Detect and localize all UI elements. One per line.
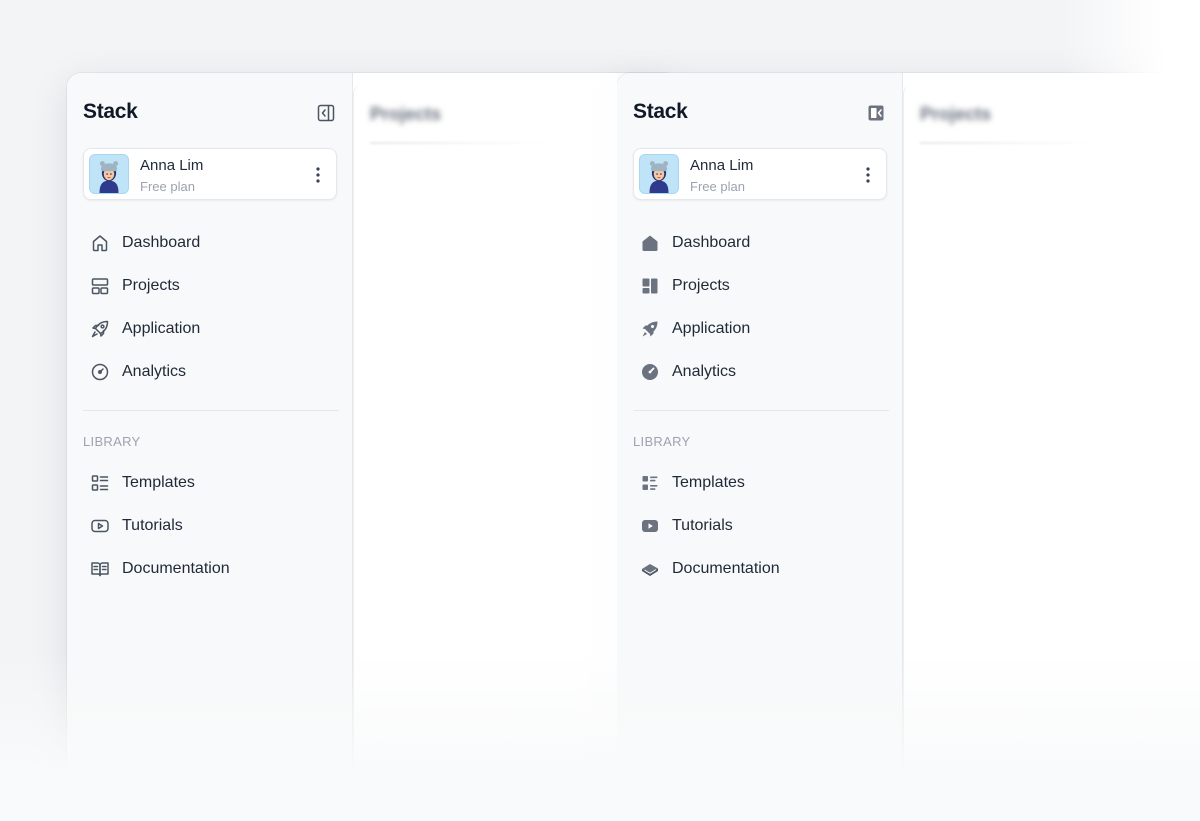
main-nav: Dashboard Projects Application Analytics	[83, 221, 337, 393]
layout-solid-icon	[640, 276, 660, 296]
sidebar: Stack Anna Lim Free plan Dashboard Proje…	[67, 73, 353, 821]
nav-item-tutorials[interactable]: Tutorials	[633, 504, 887, 547]
nav-item-documentation[interactable]: Documentation	[83, 547, 337, 590]
nav-label: Templates	[122, 473, 195, 491]
nav-label: Tutorials	[672, 516, 733, 534]
nav-item-dashboard[interactable]: Dashboard	[633, 221, 887, 264]
avatar	[639, 154, 679, 194]
nav-item-templates[interactable]: Templates	[83, 461, 337, 504]
app-window-solid-variant: Stack Anna Lim Free plan Dashboard Proje…	[617, 73, 1200, 821]
title-underline	[920, 142, 1100, 144]
book-outline-icon	[90, 559, 110, 579]
nav-label: Tutorials	[122, 516, 183, 534]
nav-label: Analytics	[122, 362, 187, 380]
divider	[83, 410, 339, 411]
nav-item-projects[interactable]: Projects	[633, 264, 887, 307]
page-title: Projects	[370, 104, 442, 124]
gauge-outline-icon	[90, 362, 110, 382]
user-profile-card[interactable]: Anna Lim Free plan	[83, 148, 337, 200]
more-vertical-icon[interactable]	[860, 165, 876, 185]
gauge-solid-icon	[640, 362, 660, 382]
nav-item-dashboard[interactable]: Dashboard	[83, 221, 337, 264]
rocket-outline-icon	[90, 319, 110, 339]
section-label-library: LIBRARY	[83, 434, 141, 449]
list-outline-icon	[90, 473, 110, 493]
home-solid-icon	[640, 233, 660, 253]
user-name: Anna Lim	[140, 157, 204, 174]
list-solid-icon	[640, 473, 660, 493]
video-solid-icon	[640, 516, 660, 536]
app-window-outline-variant: Stack Anna Lim Free plan Dashboard Proje…	[67, 73, 667, 821]
video-outline-icon	[90, 516, 110, 536]
rocket-solid-icon	[640, 319, 660, 339]
sidebar: Stack Anna Lim Free plan Dashboard Proje…	[617, 73, 903, 821]
user-profile-card[interactable]: Anna Lim Free plan	[633, 148, 887, 200]
nav-label: Templates	[672, 473, 745, 491]
nav-item-application[interactable]: Application	[83, 307, 337, 350]
nav-label: Dashboard	[672, 233, 751, 251]
section-label-library: LIBRARY	[633, 434, 691, 449]
nav-item-analytics[interactable]: Analytics	[633, 350, 887, 393]
sidebar-collapse-outline-icon[interactable]	[316, 103, 336, 123]
user-plan: Free plan	[690, 179, 745, 194]
title-underline	[370, 142, 550, 144]
home-outline-icon	[90, 233, 110, 253]
nav-item-analytics[interactable]: Analytics	[83, 350, 337, 393]
library-nav: Templates Tutorials Documentation	[83, 461, 337, 590]
sidebar-header: Stack	[633, 100, 886, 126]
more-vertical-icon[interactable]	[310, 165, 326, 185]
nav-item-tutorials[interactable]: Tutorials	[83, 504, 337, 547]
nav-label: Application	[672, 319, 751, 337]
nav-item-projects[interactable]: Projects	[83, 264, 337, 307]
nav-label: Documentation	[672, 559, 780, 577]
brand-logo-text: Stack	[633, 100, 688, 123]
nav-item-templates[interactable]: Templates	[633, 461, 887, 504]
nav-label: Projects	[122, 276, 180, 294]
nav-label: Dashboard	[122, 233, 201, 251]
nav-label: Analytics	[672, 362, 737, 380]
sidebar-header: Stack	[83, 100, 336, 126]
main-content: Projects	[903, 84, 1200, 821]
nav-item-documentation[interactable]: Documentation	[633, 547, 887, 590]
page-title: Projects	[920, 104, 992, 124]
brand-logo-text: Stack	[83, 100, 138, 123]
nav-item-application[interactable]: Application	[633, 307, 887, 350]
nav-label: Documentation	[122, 559, 230, 577]
user-name: Anna Lim	[690, 157, 754, 174]
avatar	[89, 154, 129, 194]
layout-outline-icon	[90, 276, 110, 296]
divider	[633, 410, 889, 411]
book-solid-icon	[640, 559, 660, 579]
user-plan: Free plan	[140, 179, 195, 194]
nav-label: Projects	[672, 276, 730, 294]
sidebar-collapse-solid-icon[interactable]	[866, 103, 886, 123]
nav-label: Application	[122, 319, 201, 337]
main-nav: Dashboard Projects Application Analytics	[633, 221, 887, 393]
library-nav: Templates Tutorials Documentation	[633, 461, 887, 590]
